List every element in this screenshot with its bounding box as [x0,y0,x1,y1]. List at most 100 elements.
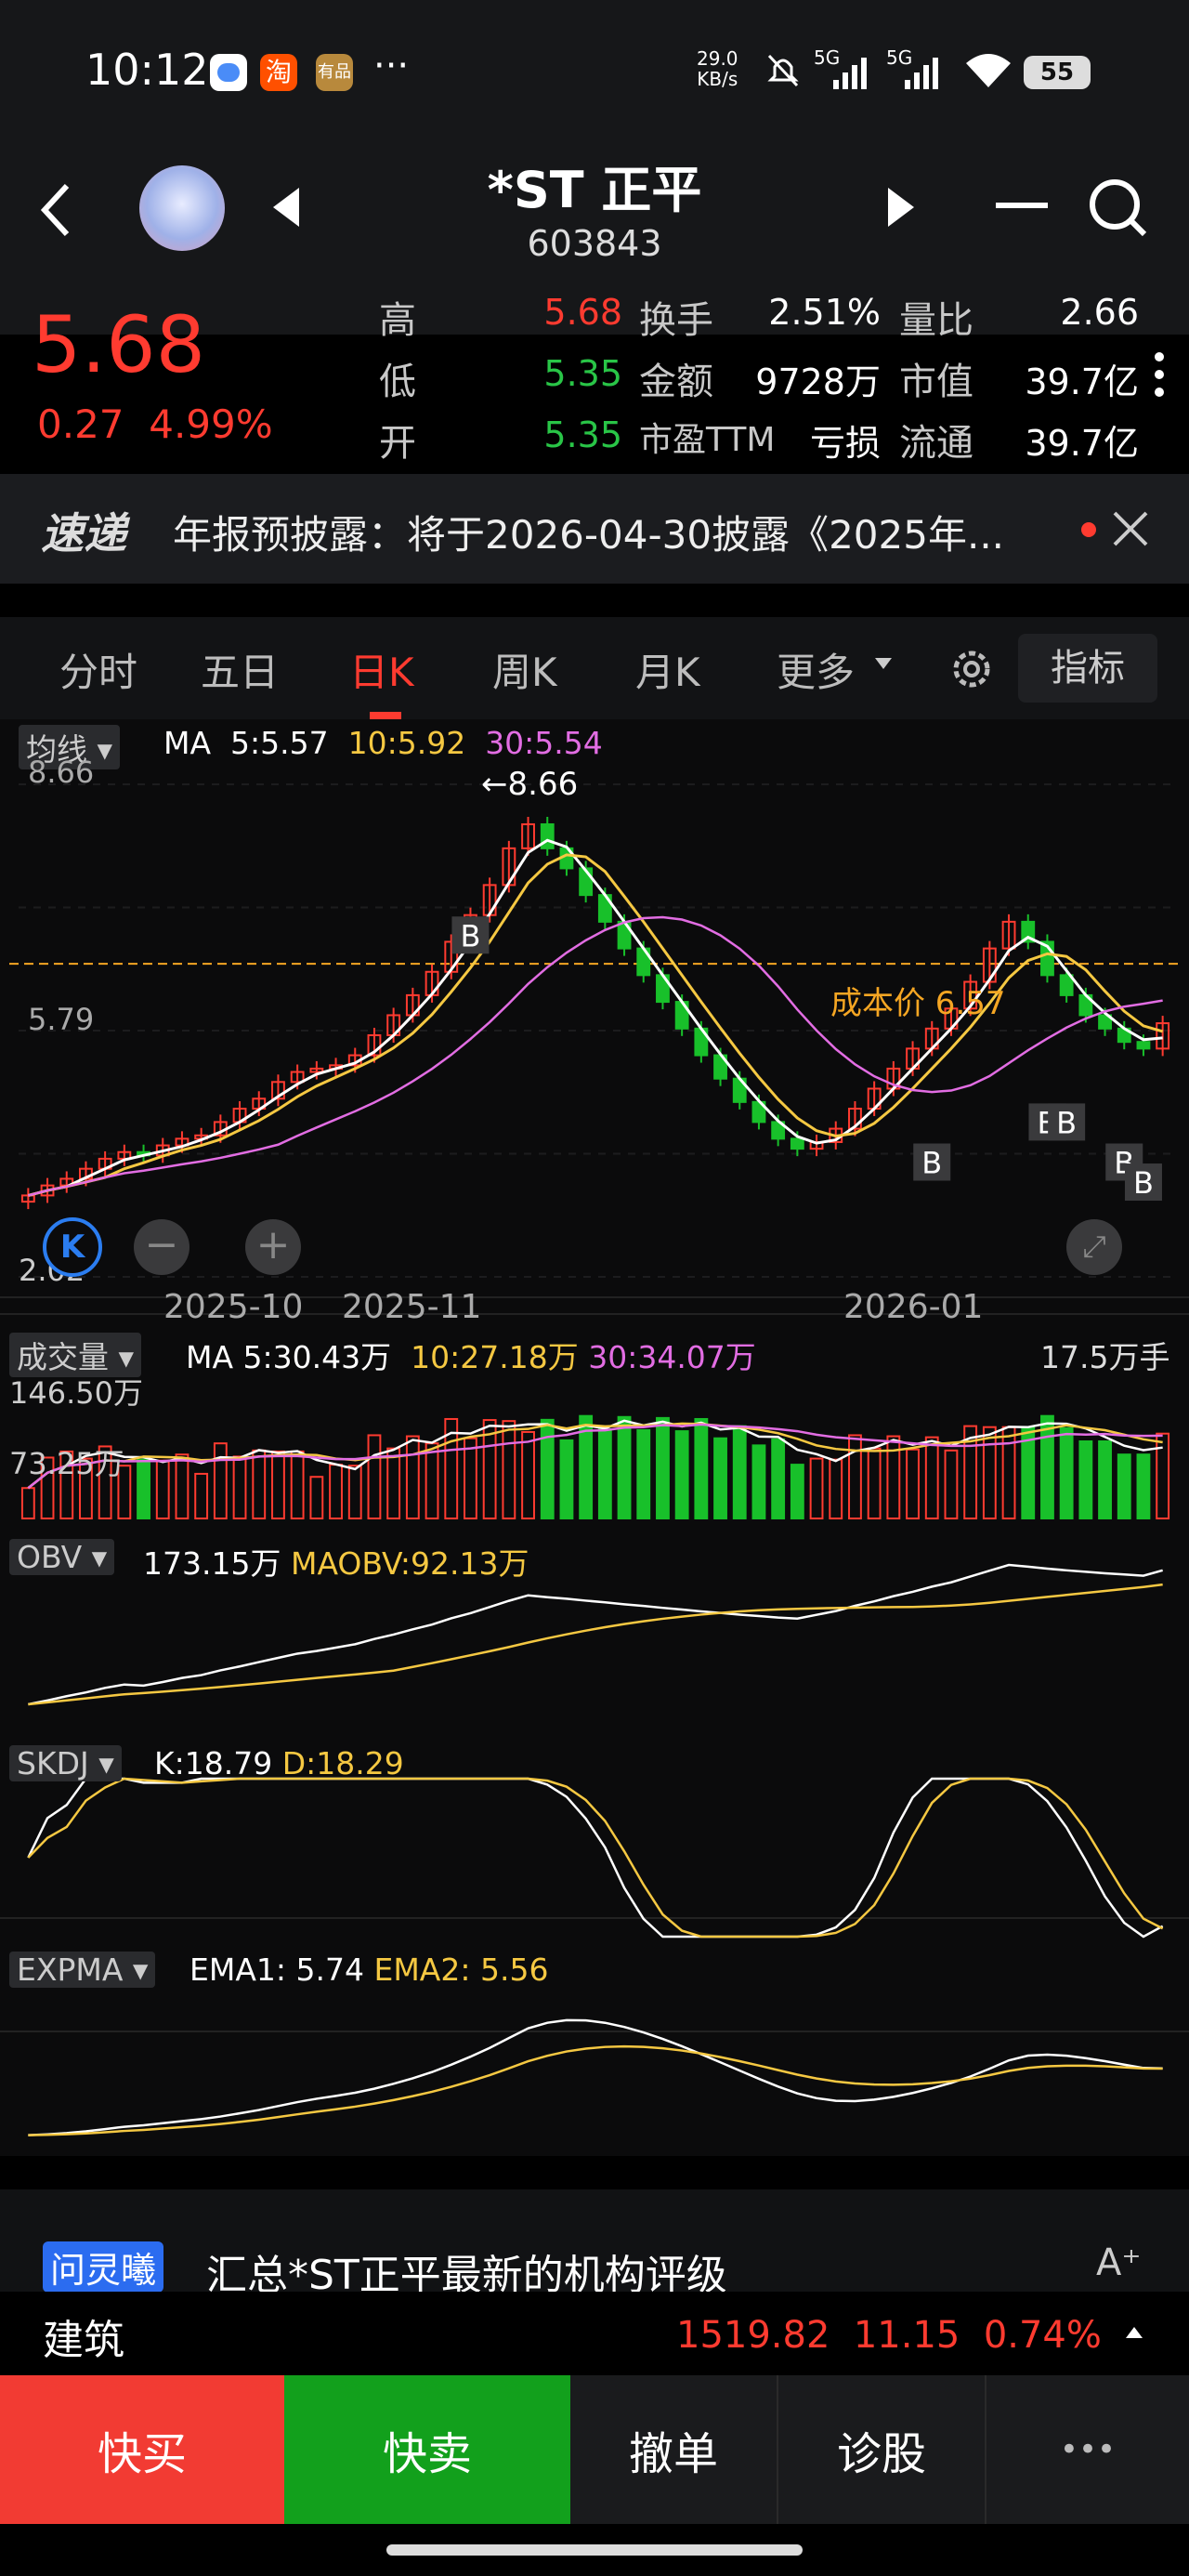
volume-bar [1078,1439,1093,1519]
volume-bar [232,1455,247,1520]
volume-bar [1156,1432,1170,1519]
more-vertical-icon[interactable] [1150,351,1169,398]
minimize-icon[interactable] [994,191,1050,219]
k-logo-icon[interactable]: K [43,1217,102,1277]
volume-bar [521,1430,535,1519]
label-low: 低 [379,361,416,403]
status-more-icon: ··· [373,45,410,87]
ma-values: MA 5:5.57 10:5.92 30:5.54 [163,725,603,761]
signal-bars-1-icon [833,58,867,89]
volume-bar [271,1450,285,1519]
value-turnover: 2.51% [768,292,881,333]
fullscreen-icon[interactable]: ⤢ [1066,1219,1122,1275]
volume-bar [1040,1414,1054,1519]
volume-bar [175,1453,189,1519]
volume-bar [386,1447,401,1520]
skdj-selector[interactable]: SKDJ ▾ [9,1745,122,1781]
volume-bar [790,1464,804,1519]
label-market-cap: 市值 [899,361,973,403]
tab-intraday[interactable]: 分时 [59,641,137,698]
label-high: 高 [379,299,416,342]
volume-bar [924,1436,939,1520]
quick-buy-button[interactable]: 快买 [0,2375,284,2524]
zoom-out-icon[interactable]: − [134,1219,189,1275]
volume-bar [713,1437,727,1520]
home-indicator[interactable] [386,2544,803,2556]
label-open: 开 [379,422,416,465]
volume-bar [636,1428,651,1519]
volume-bar [367,1434,382,1519]
volume-right-value: 17.5万手 [1040,1339,1170,1375]
volume-bar [982,1426,997,1519]
candle [790,1137,804,1150]
tab-five-day[interactable]: 五日 [201,641,279,698]
value-low: 5.35 [543,353,622,394]
stock-avatar[interactable] [139,165,225,251]
diagnose-button[interactable]: 诊股 [777,2375,986,2524]
volume-bar [751,1444,766,1519]
ai-tag: 问灵曦 [43,2241,164,2293]
date-tick-1: 2025-10 [163,1288,304,1326]
volume-bar [848,1434,862,1519]
back-icon[interactable] [37,182,74,238]
volume-bar [213,1442,228,1520]
value-high: 5.68 [543,292,622,333]
skdj-d-line [27,1777,1164,1939]
skdj-k-line [27,1777,1164,1939]
volume-bar [809,1457,824,1519]
settings-gear-icon[interactable] [946,643,998,695]
volume-bar [867,1447,882,1520]
chevron-down-icon [875,658,892,669]
volume-bar [1136,1453,1151,1519]
volume-bar [290,1450,305,1519]
prev-stock-icon[interactable] [269,186,303,229]
next-stock-icon[interactable] [884,186,918,229]
volume-bar [1001,1426,1016,1519]
expma-values: EMA1: 5.74 EMA2: 5.56 [189,1952,549,1988]
news-text: 年报预披露：将于2026-04-30披露《2025年... [173,512,1005,558]
volume-ma-values: MA 5:30.43万 10:27.18万 30:34.07万 [186,1339,756,1375]
volume-bar [771,1438,786,1520]
mute-icon [767,54,799,87]
zoom-in-icon[interactable]: + [245,1219,301,1275]
search-icon[interactable] [1087,177,1148,238]
tab-daily-k[interactable]: 日K [349,641,414,698]
sector-name: 建筑 [43,2317,124,2364]
obv-values: 173.15万 MAOBV:92.13万 [143,1545,529,1582]
buy-marker-label: B [1056,1105,1077,1140]
cancel-order-button[interactable]: 撤单 [570,2375,777,2524]
volume-bar [1098,1439,1112,1519]
signal-bars-2-icon [905,58,938,89]
indicator-button[interactable]: 指标 [1018,634,1157,703]
cost-price-label: 成本价 6.57 [830,985,1006,1022]
tab-weekly-k[interactable]: 周K [492,641,557,698]
tab-monthly-k[interactable]: 月K [635,641,700,698]
obv-selector[interactable]: OBV ▾ [9,1539,115,1575]
stock-title: *ST 正平 [487,161,702,219]
quick-sell-button[interactable]: 快卖 [284,2375,570,2524]
ai-icon[interactable]: A⁺ [1096,2241,1141,2284]
volume-bar [886,1435,901,1519]
app-icon-taobao: 淘 [260,54,297,91]
more-dots-button[interactable]: ••• [986,2375,1189,2524]
stock-code: 603843 [527,223,662,264]
ema1-line [28,2018,1163,2136]
wifi-icon [966,54,1011,87]
period-tabs [0,617,1189,719]
close-icon[interactable] [1111,509,1150,548]
arrow-up-icon[interactable] [1124,2325,1144,2340]
volume-bar [617,1415,632,1519]
tab-more[interactable]: 更多 [777,641,855,698]
y-label-high: 8.66 [28,755,95,790]
news-unread-dot [1081,522,1096,537]
label-turnover: 换手 [639,299,713,342]
price-change: 0.27 4.99% [37,401,273,447]
value-pe: 亏损 [809,423,881,464]
volume-bar [944,1449,959,1519]
candle [540,823,555,849]
expma-selector[interactable]: EXPMA ▾ [9,1952,156,1988]
date-tick-3: 2026-01 [843,1288,984,1326]
app-icon-youpin: 有品 [316,54,353,91]
volume-bar [194,1472,209,1519]
volume-bar [464,1437,477,1520]
